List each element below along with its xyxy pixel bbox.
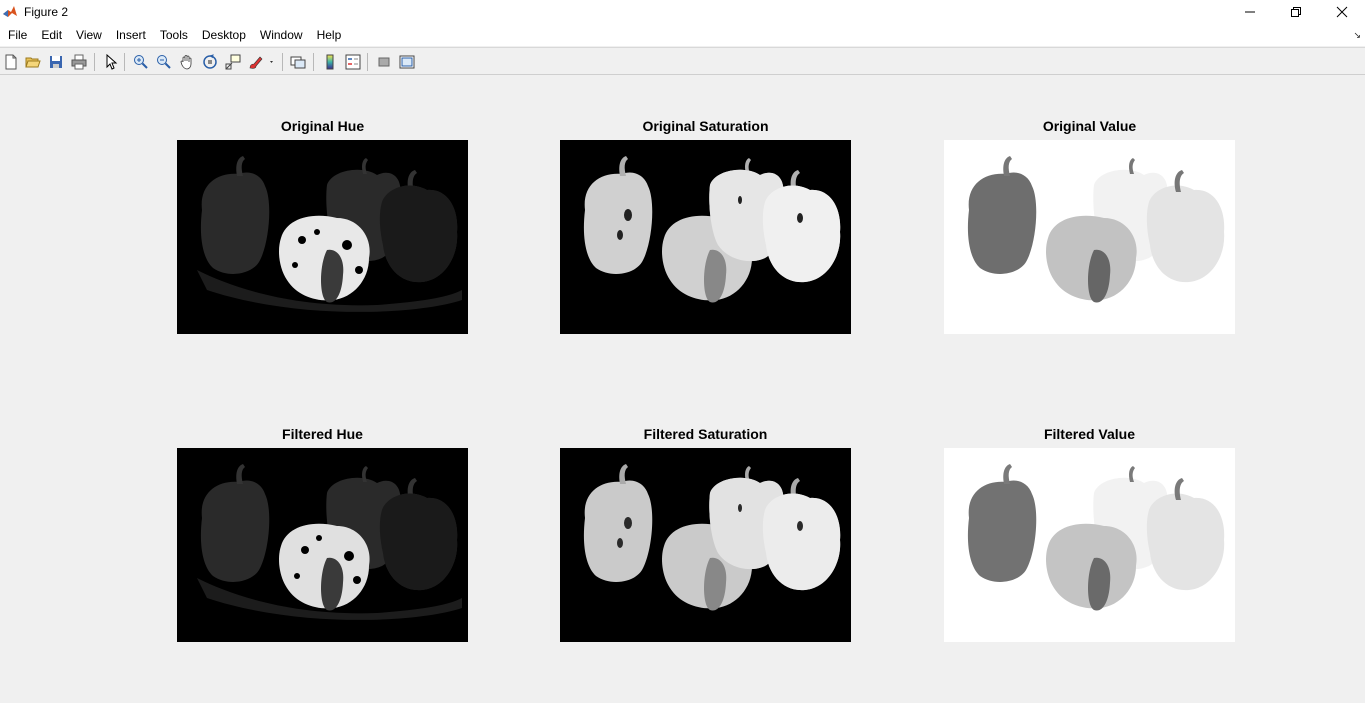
show-plot-tools-button[interactable] <box>398 53 416 71</box>
edit-plot-icon <box>106 54 118 70</box>
axes-title: Filtered Value <box>1043 426 1136 442</box>
axes-title: Original Value <box>1042 118 1137 134</box>
data-cursor-button[interactable] <box>224 53 242 71</box>
axes-title: Original Saturation <box>642 118 769 134</box>
filtered-saturation-channel-image <box>560 448 851 642</box>
toolbar-separator <box>282 53 283 71</box>
pan-button[interactable] <box>178 53 196 71</box>
new-figure-button[interactable] <box>2 53 20 71</box>
data-cursor-icon <box>225 54 241 70</box>
save-icon <box>50 56 62 68</box>
matlab-logo-icon <box>2 4 18 20</box>
minimize-icon <box>1245 11 1255 13</box>
zoom-out-icon <box>157 55 171 69</box>
rotate-3d-button[interactable] <box>201 53 219 71</box>
restore-icon <box>1291 7 1301 17</box>
open-file-icon <box>25 57 41 68</box>
hue-image[interactable] <box>177 140 468 334</box>
filtered-value-channel-image <box>944 448 1235 642</box>
brush-button[interactable] <box>248 53 276 71</box>
print-button[interactable] <box>70 53 88 71</box>
menu-bar: File Edit View Insert Tools Desktop Wind… <box>0 24 1365 46</box>
restore-button[interactable] <box>1273 0 1319 24</box>
saturation-image[interactable] <box>560 140 851 334</box>
zoom-out-button[interactable] <box>155 53 173 71</box>
axes-title: Original Hue <box>280 118 365 134</box>
filtered-hue-channel-image <box>177 448 468 642</box>
hue-channel-image <box>177 140 468 334</box>
rotate-3d-icon <box>203 54 217 69</box>
link-plot-icon <box>290 56 306 69</box>
menu-window[interactable]: Window <box>253 24 310 46</box>
colorbar-icon <box>326 54 334 70</box>
toolbar-separator <box>124 53 125 71</box>
brush-icon <box>249 56 273 69</box>
menu-file[interactable]: File <box>0 24 34 46</box>
menu-expand-icon[interactable]: ↘ <box>1353 30 1361 41</box>
menu-view[interactable]: View <box>69 24 109 46</box>
print-icon <box>71 54 87 70</box>
value-image[interactable] <box>944 140 1235 334</box>
close-button[interactable] <box>1319 0 1365 24</box>
toolbar-separator <box>367 53 368 71</box>
menu-insert[interactable]: Insert <box>109 24 153 46</box>
minimize-button[interactable] <box>1227 0 1273 24</box>
legend-button[interactable] <box>344 53 362 71</box>
toolbar-separator <box>313 53 314 71</box>
pan-icon <box>180 55 192 70</box>
zoom-in-icon <box>134 55 148 69</box>
figure-toolbar <box>0 47 1365 75</box>
menu-desktop[interactable]: Desktop <box>195 24 253 46</box>
filtered-hue-image[interactable] <box>177 448 468 642</box>
toolbar-separator <box>94 53 95 71</box>
axes-title: Filtered Saturation <box>643 426 768 442</box>
filtered-value-image[interactable] <box>944 448 1235 642</box>
filtered-saturation-image[interactable] <box>560 448 851 642</box>
legend-icon <box>345 54 361 70</box>
menu-tools[interactable]: Tools <box>153 24 195 46</box>
show-plot-tools-icon <box>399 55 415 69</box>
value-channel-image <box>944 140 1235 334</box>
new-figure-icon <box>5 54 17 70</box>
menu-help[interactable]: Help <box>310 24 349 46</box>
window-title: Figure 2 <box>24 5 69 19</box>
saturation-channel-image <box>560 140 851 334</box>
colorbar-button[interactable] <box>321 53 339 71</box>
save-button[interactable] <box>47 53 65 71</box>
hide-plot-tools-icon <box>378 57 390 67</box>
axes-title: Filtered Hue <box>282 426 363 442</box>
edit-plot-button[interactable] <box>102 53 120 71</box>
close-icon <box>1336 6 1348 18</box>
open-file-button[interactable] <box>24 53 42 71</box>
zoom-in-button[interactable] <box>132 53 150 71</box>
link-plot-button[interactable] <box>289 53 307 71</box>
title-bar: Figure 2 <box>0 0 1365 24</box>
hide-plot-tools-button[interactable] <box>375 53 393 71</box>
menu-edit[interactable]: Edit <box>34 24 69 46</box>
